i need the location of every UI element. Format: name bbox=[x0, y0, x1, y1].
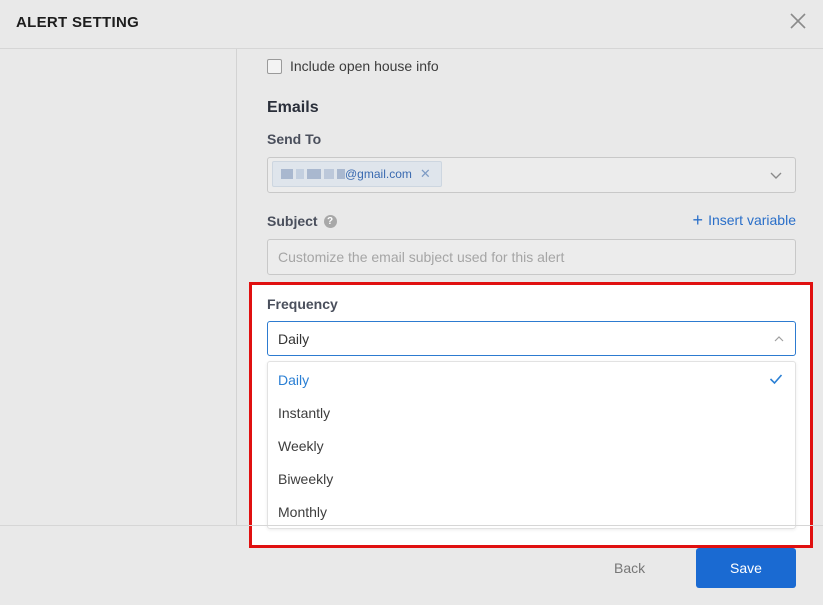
modal-title: ALERT SETTING bbox=[16, 14, 140, 31]
subject-label-row: Subject ? bbox=[267, 213, 337, 229]
open-house-checkbox[interactable] bbox=[267, 58, 282, 74]
close-icon bbox=[790, 13, 806, 29]
insert-variable-button[interactable]: + Insert variable bbox=[692, 210, 796, 230]
frequency-section: Frequency Daily Daily Instantly Weekly B… bbox=[249, 282, 813, 548]
emails-section-title: Emails bbox=[267, 99, 319, 116]
save-button[interactable]: Save bbox=[696, 548, 796, 588]
modal-footer: Back Save bbox=[0, 525, 823, 605]
option-biweekly[interactable]: Biweekly bbox=[268, 462, 795, 495]
open-house-label: Include open house info bbox=[290, 58, 439, 74]
frequency-selected-value: Daily bbox=[278, 331, 310, 347]
sidebar bbox=[0, 49, 237, 525]
frequency-label: Frequency bbox=[267, 296, 338, 312]
modal-header: ALERT SETTING bbox=[0, 0, 823, 49]
option-weekly[interactable]: Weekly bbox=[268, 429, 795, 462]
frequency-dropdown: Daily Instantly Weekly Biweekly Monthly bbox=[267, 361, 796, 529]
email-tag: @gmail.com ✕ bbox=[272, 161, 442, 187]
chevron-down-icon bbox=[770, 172, 782, 179]
option-label: Daily bbox=[278, 372, 310, 388]
option-label: Biweekly bbox=[278, 471, 334, 487]
subject-placeholder: Customize the email subject used for thi… bbox=[278, 249, 565, 265]
frequency-select[interactable]: Daily bbox=[267, 321, 796, 356]
close-button[interactable] bbox=[789, 12, 807, 30]
help-icon[interactable]: ? bbox=[323, 214, 337, 228]
option-label: Monthly bbox=[278, 504, 328, 520]
send-to-select[interactable]: @gmail.com ✕ bbox=[267, 157, 796, 193]
option-instantly[interactable]: Instantly bbox=[268, 396, 795, 429]
option-label: Instantly bbox=[278, 405, 331, 421]
check-icon bbox=[769, 374, 783, 385]
chevron-up-icon bbox=[774, 336, 784, 342]
open-house-row[interactable]: Include open house info bbox=[267, 57, 439, 75]
send-to-label: Send To bbox=[267, 131, 322, 147]
insert-variable-label: Insert variable bbox=[708, 212, 796, 228]
remove-tag-icon[interactable]: ✕ bbox=[420, 166, 431, 182]
redacted-email-prefix bbox=[281, 169, 345, 179]
option-monthly[interactable]: Monthly bbox=[268, 495, 795, 528]
subject-input[interactable]: Customize the email subject used for thi… bbox=[267, 239, 796, 275]
option-daily[interactable]: Daily bbox=[268, 363, 795, 396]
email-tag-text: @gmail.com bbox=[345, 167, 412, 181]
alert-setting-modal: ALERT SETTING Include open house info Em… bbox=[0, 0, 823, 605]
option-label: Weekly bbox=[278, 438, 324, 454]
back-button[interactable]: Back bbox=[614, 560, 645, 576]
subject-label: Subject bbox=[267, 213, 318, 229]
plus-icon: + bbox=[692, 210, 704, 230]
